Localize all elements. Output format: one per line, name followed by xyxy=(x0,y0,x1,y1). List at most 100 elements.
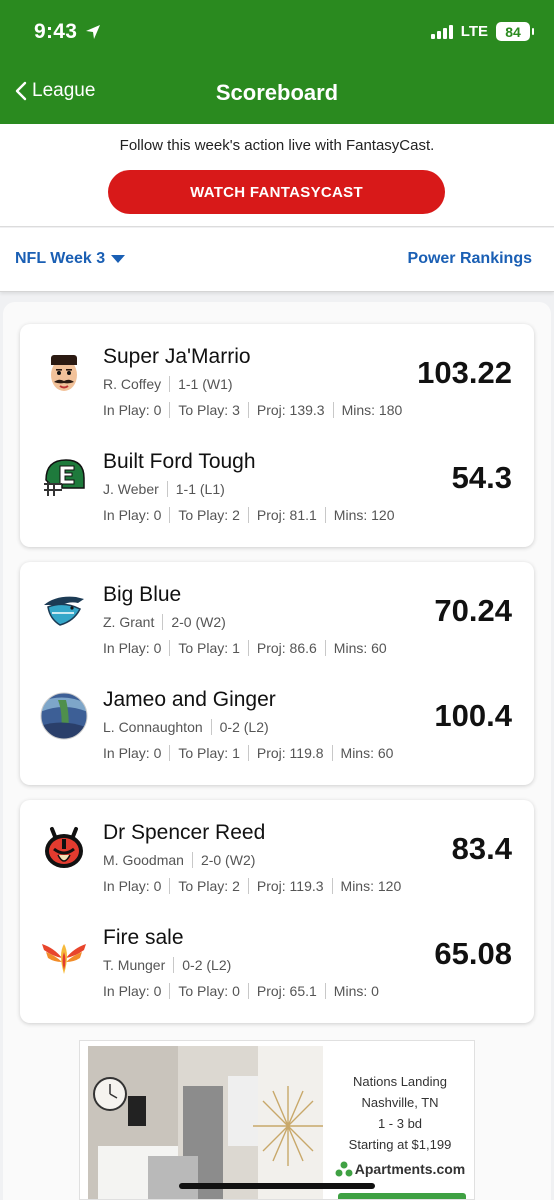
ad-cta-button[interactable] xyxy=(338,1193,466,1199)
team-row[interactable]: Built Ford Tough J. Weber 1-1 (L1) In Pla… xyxy=(20,444,534,549)
recycle-logo-icon xyxy=(335,1161,353,1176)
team-record: 2-0 (W2) xyxy=(171,614,226,630)
matchup-card[interactable]: Big Blue Z. Grant 2-0 (W2) In Play: 0 To … xyxy=(20,562,534,785)
team-score: 70.24 xyxy=(434,593,512,628)
in-play: In Play: 0 xyxy=(103,507,162,523)
team-row[interactable]: Super Ja'Marrio R. Coffey 1-1 (W1) In Pla… xyxy=(20,339,534,444)
team-stats: In Play: 0 To Play: 2 Proj: 81.1 Mins: 1… xyxy=(103,507,395,523)
matchup-card[interactable]: Dr Spencer Reed M. Goodman 2-0 (W2) In Pl… xyxy=(20,800,534,1023)
to-play: To Play: 2 xyxy=(178,878,240,894)
network-label: LTE xyxy=(460,23,488,40)
owner-record: M. Goodman 2-0 (W2) xyxy=(103,852,255,868)
ad-price: Starting at $1,199 xyxy=(348,1137,452,1152)
minutes: Mins: 120 xyxy=(340,878,402,894)
minutes: Mins: 60 xyxy=(340,745,394,761)
team-name: Super Ja'Marrio xyxy=(103,345,251,368)
ad-photo xyxy=(88,1046,323,1199)
filter-bar: NFL Week 3 Power Rankings xyxy=(0,228,554,292)
status-indicators: LTE 84 xyxy=(430,22,534,41)
owner-record: J. Weber 1-1 (L1) xyxy=(103,481,225,497)
projection: Proj: 81.1 xyxy=(256,507,317,523)
minutes: Mins: 0 xyxy=(333,983,379,999)
week-label: NFL Week 3 xyxy=(15,250,106,267)
team-record: 2-0 (W2) xyxy=(200,852,256,868)
to-play: To Play: 1 xyxy=(178,745,240,761)
team-stats: In Play: 0 To Play: 0 Proj: 65.1 Mins: 0 xyxy=(103,983,379,999)
matchup-card[interactable]: Super Ja'Marrio R. Coffey 1-1 (W1) In Pla… xyxy=(20,324,534,547)
team-stats: In Play: 0 To Play: 1 Proj: 119.8 Mins: … xyxy=(103,745,393,761)
owner-record: Z. Grant 2-0 (W2) xyxy=(103,614,226,630)
mustache-man-icon xyxy=(51,355,77,391)
football-helmet-icon xyxy=(44,459,85,496)
to-play: To Play: 1 xyxy=(178,640,240,656)
team-score: 103.22 xyxy=(417,355,512,390)
caret-down-icon xyxy=(111,254,126,263)
team-record: 1-1 (W1) xyxy=(178,376,233,392)
team-record: 1-1 (L1) xyxy=(175,481,225,497)
owner-name: T. Munger xyxy=(103,957,166,973)
battery-level: 84 xyxy=(505,23,521,40)
owner-name: R. Coffey xyxy=(103,376,162,392)
app-header: 9:43 LTE 84 League Scoreboard xyxy=(0,0,554,124)
fantasycast-promo: Follow this week's action live with Fant… xyxy=(0,124,554,227)
to-play: To Play: 3 xyxy=(178,402,240,418)
team-score: 100.4 xyxy=(434,698,512,733)
signal-icon xyxy=(430,24,453,39)
owner-name: Z. Grant xyxy=(103,614,155,630)
team-name: Fire sale xyxy=(103,926,184,949)
owner-record: L. Connaughton 0-2 (L2) xyxy=(103,719,269,735)
in-play: In Play: 0 xyxy=(103,983,162,999)
team-stats: In Play: 0 To Play: 1 Proj: 86.6 Mins: 6… xyxy=(103,640,387,656)
promo-text: Follow this week's action live with Fant… xyxy=(119,137,435,154)
in-play: In Play: 0 xyxy=(103,402,162,418)
status-clock: 9:43 xyxy=(34,20,78,43)
team-name: Built Ford Tough xyxy=(103,450,256,473)
in-play: In Play: 0 xyxy=(103,640,162,656)
battery-icon: 84 xyxy=(496,22,534,41)
power-rankings-link[interactable]: Power Rankings xyxy=(408,250,532,268)
projection: Proj: 119.8 xyxy=(256,745,324,761)
in-play: In Play: 0 xyxy=(103,745,162,761)
team-name: Dr Spencer Reed xyxy=(103,821,266,844)
team-row[interactable]: Fire sale T. Munger 0-2 (L2) In Play: 0 T… xyxy=(20,920,534,1025)
ad-property-name: Nations Landing xyxy=(353,1074,447,1089)
home-indicator[interactable] xyxy=(179,1183,375,1189)
team-row[interactable]: Jameo and Ginger L. Connaughton 0-2 (L2) … xyxy=(20,682,534,787)
back-label: League xyxy=(32,80,96,101)
watch-fantasycast-button[interactable]: WATCH FANTASYCAST xyxy=(108,170,445,214)
minutes: Mins: 180 xyxy=(341,402,403,418)
ad-location: Nashville, TN xyxy=(361,1095,439,1110)
team-name: Jameo and Ginger xyxy=(103,688,276,711)
owner-record: R. Coffey 1-1 (W1) xyxy=(103,376,233,392)
ad-text: Nations Landing Nashville, TN 1 - 3 bd S… xyxy=(330,1071,470,1180)
location-arrow-icon xyxy=(86,25,101,39)
owner-name: L. Connaughton xyxy=(103,719,203,735)
ad-brand: Apartments.com xyxy=(330,1159,470,1180)
minutes: Mins: 60 xyxy=(333,640,387,656)
team-record: 0-2 (L2) xyxy=(219,719,269,735)
team-stats: In Play: 0 To Play: 3 Proj: 139.3 Mins: … xyxy=(103,402,402,418)
apartment-ad[interactable]: Nations Landing Nashville, TN 1 - 3 bd S… xyxy=(79,1040,475,1200)
week-dropdown[interactable]: NFL Week 3 xyxy=(15,250,126,268)
phoenix-icon xyxy=(42,944,86,974)
team-stats: In Play: 0 To Play: 2 Proj: 119.3 Mins: … xyxy=(103,878,401,894)
team-score: 54.3 xyxy=(451,460,512,495)
status-time: 9:43 xyxy=(34,20,101,44)
in-play: In Play: 0 xyxy=(103,878,162,894)
team-score: 65.08 xyxy=(434,936,512,971)
to-play: To Play: 2 xyxy=(178,507,240,523)
team-row[interactable]: Dr Spencer Reed M. Goodman 2-0 (W2) In Pl… xyxy=(20,815,534,920)
team-score: 83.4 xyxy=(451,831,512,866)
blue-photo-avatar xyxy=(40,692,88,740)
ad-bedrooms: 1 - 3 bd xyxy=(377,1116,423,1131)
team-row[interactable]: Big Blue Z. Grant 2-0 (W2) In Play: 0 To … xyxy=(20,577,534,682)
owner-record: T. Munger 0-2 (L2) xyxy=(103,957,231,973)
projection: Proj: 86.6 xyxy=(256,640,317,656)
team-name: Big Blue xyxy=(103,583,182,606)
owner-name: J. Weber xyxy=(103,481,159,497)
projection: Proj: 65.1 xyxy=(256,983,317,999)
projection: Proj: 119.3 xyxy=(256,878,324,894)
back-button[interactable]: League xyxy=(14,80,95,102)
chevron-left-icon xyxy=(15,81,27,101)
to-play: To Play: 0 xyxy=(178,983,240,999)
